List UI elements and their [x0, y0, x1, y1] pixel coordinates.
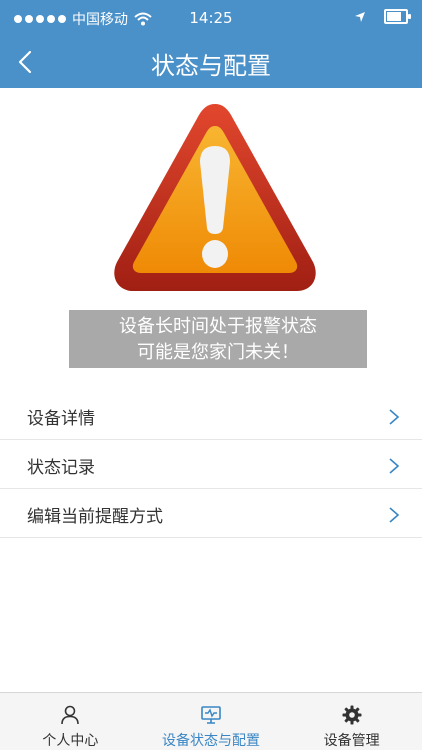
page-title: 状态与配置: [151, 52, 271, 80]
tab-label: 个人中心: [42, 733, 99, 749]
menu-item-status-log[interactable]: 状态记录: [0, 443, 422, 489]
status-right: [354, 9, 411, 24]
status-bar: 中国移动 14:25: [0, 0, 422, 36]
alert-line-2: 可能是您家门未关！: [137, 342, 299, 363]
tab-label: 设备状态与配置: [162, 733, 260, 749]
chevron-right-icon: [389, 457, 400, 474]
menu-item-label: 状态记录: [27, 458, 95, 478]
nav-bar: 状态与配置: [0, 36, 422, 88]
menu-item-label: 编辑当前提醒方式: [27, 507, 163, 527]
battery-icon: [384, 9, 411, 24]
tab-bar: 个人中心 设备状态与配置 设备管理: [0, 692, 422, 750]
tab-label: 设备管理: [323, 733, 380, 749]
menu-item-device-details[interactable]: 设备详情: [0, 394, 422, 440]
monitor-icon: [201, 706, 221, 724]
chevron-right-icon: [389, 506, 400, 523]
person-icon: [61, 705, 80, 725]
tab-device-status[interactable]: 设备状态与配置: [141, 693, 282, 750]
menu-item-edit-reminder[interactable]: 编辑当前提醒方式: [0, 492, 422, 538]
chevron-right-icon: [389, 408, 400, 425]
menu-item-label: 设备详情: [27, 409, 95, 429]
warning-triangle-icon: [114, 104, 316, 291]
alert-line-1: 设备长时间处于报警状态: [119, 316, 317, 337]
alert-message: 设备长时间处于报警状态 可能是您家门未关！: [69, 310, 367, 368]
tab-device-management[interactable]: 设备管理: [281, 693, 422, 750]
gear-icon: [342, 705, 362, 725]
location-arrow-icon: [355, 11, 365, 22]
settings-menu: 设备详情 状态记录 编辑当前提醒方式: [0, 394, 422, 538]
tab-personal-center[interactable]: 个人中心: [0, 693, 141, 750]
